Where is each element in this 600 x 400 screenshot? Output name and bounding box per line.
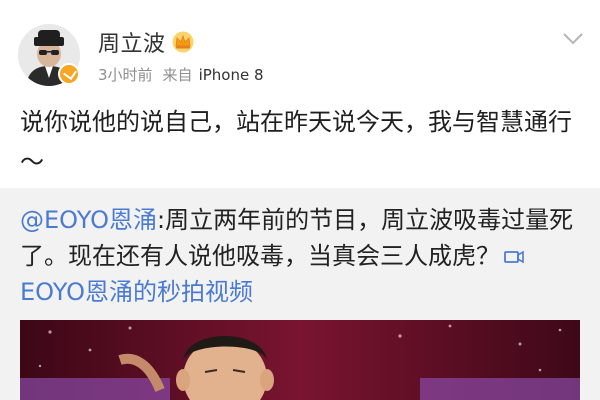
verified-icon: [58, 63, 80, 85]
post-header: 周立波 3小时前 来自 iPhone 8: [0, 0, 600, 100]
repost-mention[interactable]: @EOYO恩涌: [20, 206, 157, 234]
repost-card[interactable]: @EOYO恩涌:周立两年前的节目，周立波吸毒过量死了。现在还有人说他吸毒，当真会…: [0, 188, 600, 400]
chevron-down-icon[interactable]: [562, 32, 584, 46]
post-time: 3小时前: [98, 66, 153, 84]
username[interactable]: 周立波: [98, 26, 166, 58]
source-label: 来自: [162, 66, 193, 84]
crown-icon[interactable]: [172, 31, 194, 53]
video-link[interactable]: EOYO恩涌的秒拍视频: [20, 278, 253, 306]
video-icon: [504, 250, 524, 264]
post-text: 说你说他的说自己，站在昨天说今天，我与智慧通行～: [20, 108, 572, 176]
source-device[interactable]: iPhone 8: [199, 66, 264, 84]
post-meta: 3小时前 来自 iPhone 8: [98, 64, 264, 85]
repost-text: @EOYO恩涌:周立两年前的节目，周立波吸毒过量死了。现在还有人说他吸毒，当真会…: [20, 202, 585, 310]
video-thumbnail[interactable]: [20, 320, 580, 400]
video-frame: [20, 320, 580, 400]
